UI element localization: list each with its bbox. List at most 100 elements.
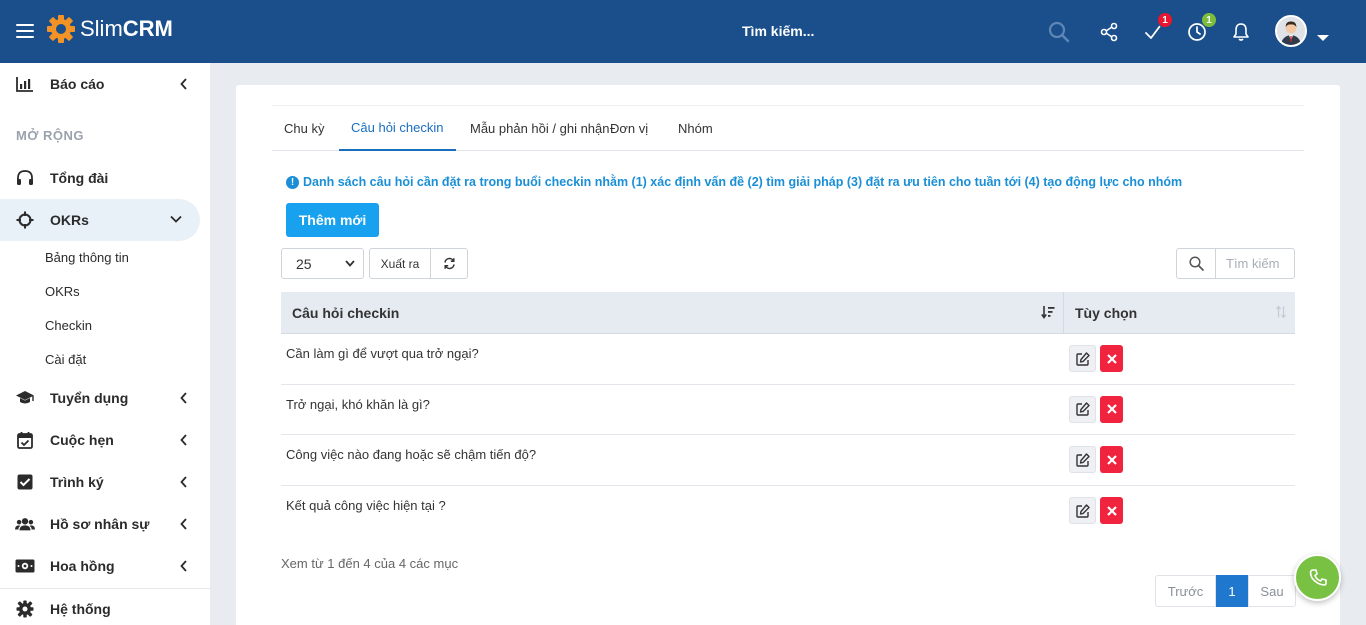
clock-icon[interactable]: 1	[1185, 12, 1217, 44]
sidebar-item-label: Tuyển dụng	[50, 390, 129, 406]
close-icon	[1106, 454, 1117, 465]
tab-checkin-questions[interactable]: Câu hỏi checkin	[339, 106, 456, 151]
close-icon	[1106, 404, 1117, 415]
phone-icon	[1309, 568, 1327, 586]
delete-button[interactable]	[1100, 497, 1123, 525]
table-row: Trở ngại, khó khăn là gì?	[281, 385, 1295, 435]
top-navbar: SlimCRM Tìm kiếm... 1 1	[0, 0, 1366, 63]
next-page-button[interactable]: Sau	[1248, 575, 1296, 607]
info-text: Danh sách câu hỏi cần đặt ra trong buổi …	[303, 175, 1183, 189]
sidebar-sub-okrs[interactable]: OKRs	[45, 284, 80, 299]
sidebar-item-label: Tổng đài	[50, 170, 109, 186]
prev-page-button[interactable]: Trước	[1155, 575, 1216, 607]
user-avatar[interactable]	[1275, 15, 1307, 47]
options-cell	[1064, 435, 1295, 485]
sidebar-item-approvals[interactable]: Trình ký	[0, 461, 200, 503]
column-header-options[interactable]: Tùy chọn	[1064, 292, 1295, 333]
tasks-badge: 1	[1157, 12, 1173, 28]
gear-logo-icon	[47, 15, 75, 43]
sidebar-item-label: OKRs	[50, 212, 89, 228]
sort-desc-icon[interactable]	[1041, 305, 1055, 319]
edit-button[interactable]	[1069, 446, 1096, 474]
sidebar-item-label: Hồ sơ nhân sự	[50, 516, 150, 532]
page-number-button[interactable]: 1	[1216, 575, 1248, 607]
tab-units[interactable]: Đơn vị	[598, 106, 660, 151]
table-row: Công việc nào đang hoặc sẽ chậm tiến độ?	[281, 435, 1295, 486]
graduation-cap-icon	[15, 388, 35, 408]
gear-icon	[15, 599, 35, 619]
edit-button[interactable]	[1069, 497, 1096, 525]
column-header-question[interactable]: Câu hỏi checkin	[281, 292, 1064, 333]
sidebar-sub-dashboard[interactable]: Bảng thông tin	[45, 250, 129, 265]
clock-badge: 1	[1201, 12, 1217, 28]
question-cell: Cần làm gì để vượt qua trở ngại?	[286, 346, 479, 361]
close-icon	[1106, 353, 1117, 364]
edit-button[interactable]	[1069, 395, 1096, 423]
sidebar-item-system[interactable]: Hệ thống	[0, 588, 200, 625]
chart-bar-icon	[15, 74, 35, 94]
pagination: Trước 1 Sau	[1155, 575, 1296, 607]
table-summary: Xem từ 1 đến 4 của 4 các mục	[281, 556, 459, 571]
chevron-left-icon	[180, 560, 187, 572]
chevron-left-icon	[180, 392, 187, 404]
delete-button[interactable]	[1100, 345, 1123, 373]
edit-icon	[1075, 453, 1090, 467]
page-size-select[interactable]: 25	[281, 248, 364, 279]
sidebar-sub-settings[interactable]: Cài đặt	[45, 352, 86, 367]
refresh-button[interactable]	[430, 248, 468, 279]
options-cell	[1064, 385, 1295, 435]
info-message: ! Danh sách câu hỏi cần đặt ra trong buổ…	[286, 175, 1182, 189]
user-menu-caret-icon[interactable]	[1317, 35, 1329, 41]
sidebar-section-title: MỞ RỘNG	[16, 128, 85, 143]
sidebar: Báo cáo MỞ RỘNG Tổng đài OKRs Bảng thông…	[0, 63, 210, 625]
delete-button[interactable]	[1100, 395, 1123, 423]
table-search	[1176, 248, 1295, 279]
sidebar-item-commission[interactable]: Hoa hồng	[0, 545, 200, 587]
call-fab-button[interactable]	[1294, 554, 1341, 601]
headset-icon	[15, 168, 35, 188]
chevron-left-icon	[180, 518, 187, 530]
search-icon[interactable]	[1177, 249, 1216, 278]
column-header-label: Câu hỏi checkin	[292, 304, 400, 321]
sidebar-item-recruit[interactable]: Tuyển dụng	[0, 377, 200, 419]
tab-groups[interactable]: Nhóm	[666, 106, 725, 151]
sidebar-item-appointments[interactable]: Cuộc hẹn	[0, 419, 200, 461]
chevron-left-icon	[180, 78, 187, 90]
sidebar-item-report[interactable]: Báo cáo	[0, 63, 200, 105]
chevron-down-icon	[170, 215, 182, 223]
question-cell: Công việc nào đang hoặc sẽ chậm tiến độ?	[286, 447, 537, 462]
checkbox-icon	[15, 472, 35, 492]
sidebar-item-hr-profiles[interactable]: Hồ sơ nhân sự	[0, 503, 200, 545]
sidebar-item-switchboard[interactable]: Tổng đài	[0, 157, 200, 199]
share-icon[interactable]	[1097, 20, 1121, 44]
money-bill-icon	[15, 556, 35, 576]
tab-feedback-templates[interactable]: Mẫu phản hồi / ghi nhận	[458, 106, 622, 151]
sort-icon[interactable]	[1275, 305, 1287, 319]
menu-toggle-icon[interactable]	[16, 24, 34, 38]
sidebar-item-okrs[interactable]: OKRs	[0, 199, 200, 241]
table-row: Kết quả công việc hiện tại ?	[281, 486, 1295, 537]
table-row: Cần làm gì để vượt qua trở ngại?	[281, 334, 1295, 385]
edit-icon	[1075, 504, 1090, 518]
logo[interactable]: SlimCRM	[46, 14, 173, 44]
sidebar-sub-checkin[interactable]: Checkin	[45, 318, 92, 333]
search-icon[interactable]	[1047, 20, 1071, 44]
brand-name: SlimCRM	[80, 16, 173, 42]
delete-button[interactable]	[1100, 446, 1123, 474]
add-new-button[interactable]: Thêm mới	[286, 203, 379, 237]
global-search-input[interactable]: Tìm kiếm...	[742, 23, 814, 39]
brand-bold: CRM	[122, 16, 173, 41]
tasks-check-icon[interactable]: 1	[1141, 12, 1173, 44]
tab-cycle[interactable]: Chu kỳ	[272, 106, 336, 151]
export-button[interactable]: Xuất ra	[369, 248, 431, 279]
question-cell: Kết quả công việc hiện tại ?	[286, 497, 446, 513]
users-icon	[15, 514, 35, 534]
edit-button[interactable]	[1069, 345, 1096, 373]
table-search-input[interactable]	[1216, 249, 1294, 278]
sidebar-item-label: Hệ thống	[50, 601, 111, 617]
bell-icon[interactable]	[1229, 20, 1253, 44]
table-header: Câu hỏi checkin Tùy chọn	[281, 292, 1295, 334]
options-cell	[1064, 334, 1295, 384]
sidebar-item-label: Cuộc hẹn	[50, 432, 114, 448]
questions-table: Câu hỏi checkin Tùy chọn Cần làm gì để v…	[281, 292, 1295, 536]
